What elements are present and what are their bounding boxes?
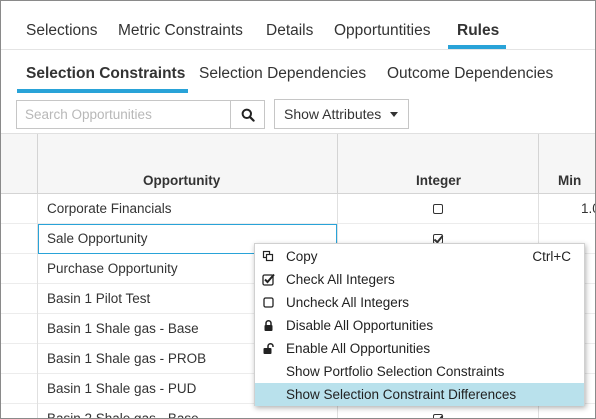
column-divider (37, 374, 38, 404)
integer-checkbox[interactable] (433, 204, 443, 214)
tab-opportunities[interactable]: Opportuntities (334, 22, 431, 40)
menu-item-enable-all-opportunities[interactable]: Enable All Opportunities (255, 337, 584, 360)
tab-details[interactable]: Details (266, 22, 313, 40)
column-divider (337, 194, 338, 224)
column-header-opportunity[interactable]: Opportunity (143, 173, 220, 188)
opportunity-name-cell[interactable]: Basin 1 Shale gas - PROB (47, 351, 206, 366)
sub-tab-bar: Selection Constraints Selection Dependen… (1, 51, 595, 93)
menu-item-show-portfolio-selection-constraints[interactable]: Show Portfolio Selection Constraints (255, 360, 584, 383)
checked-box-icon (262, 273, 275, 286)
column-divider (37, 344, 38, 374)
opportunity-name-cell[interactable]: Basin 1 Shale gas - Base (47, 321, 199, 336)
opportunity-name-cell[interactable]: Basin 1 Pilot Test (47, 291, 150, 306)
opportunity-name-cell[interactable]: Basin 2 Shale gas - Base (47, 411, 199, 418)
active-subtab-indicator (17, 89, 188, 93)
menu-item-show-selection-constraint-differences[interactable]: Show Selection Constraint Differences (255, 383, 584, 406)
column-header-min[interactable]: Min (558, 173, 581, 188)
opportunity-name-cell[interactable]: Purchase Opportunity (47, 261, 178, 276)
min-value-cell[interactable]: 1.0 (581, 201, 595, 216)
column-divider (538, 404, 539, 418)
tab-selection-dependencies[interactable]: Selection Dependencies (199, 65, 366, 83)
search-button[interactable] (230, 100, 265, 129)
tab-outcome-dependencies[interactable]: Outcome Dependencies (387, 65, 553, 83)
empty-box-icon (263, 297, 274, 308)
opportunity-name-cell[interactable]: Basin 1 Shale gas - PUD (47, 381, 196, 396)
context-menu: Copy Ctrl+C Check All Integers Uncheck A… (254, 243, 585, 406)
app-frame: Selections Metric Constraints Details Op… (0, 0, 596, 419)
active-tab-indicator (448, 45, 506, 49)
column-divider (37, 314, 38, 344)
search-input[interactable] (16, 100, 231, 129)
menu-item-label: Check All Integers (286, 272, 395, 287)
menu-item-shortcut: Ctrl+C (532, 249, 571, 264)
table-row[interactable]: Basin 2 Shale gas - Base (1, 404, 595, 418)
column-divider (337, 404, 338, 418)
menu-item-check-all-integers[interactable]: Check All Integers (255, 268, 584, 291)
menu-item-disable-all-opportunities[interactable]: Disable All Opportunities (255, 314, 584, 337)
menu-item-label: Disable All Opportunities (286, 318, 434, 333)
column-header-integer[interactable]: Integer (416, 173, 461, 188)
show-attributes-label: Show Attributes (284, 106, 382, 122)
column-divider (37, 194, 38, 224)
menu-item-uncheck-all-integers[interactable]: Uncheck All Integers (255, 291, 584, 314)
menu-item-label: Show Portfolio Selection Constraints (286, 364, 505, 379)
menu-item-label: Show Selection Constraint Differences (286, 387, 517, 402)
column-divider (37, 284, 38, 314)
column-divider (37, 404, 38, 418)
menu-item-label: Enable All Opportunities (286, 341, 431, 356)
column-divider (337, 134, 338, 195)
top-tab-bar: Selections Metric Constraints Details Op… (1, 1, 595, 50)
menu-item-label: Uncheck All Integers (286, 295, 410, 310)
menu-item-label: Copy (286, 249, 318, 264)
tab-selections[interactable]: Selections (26, 22, 98, 40)
opportunity-name-cell[interactable]: Corporate Financials (47, 201, 172, 216)
unlock-icon (263, 342, 274, 354)
grid-header: Opportunity Integer Min (1, 133, 595, 195)
search-icon (241, 108, 255, 122)
show-attributes-dropdown[interactable]: Show Attributes (274, 99, 409, 129)
opportunity-name-cell[interactable]: Sale Opportunity (47, 231, 148, 246)
menu-item-copy[interactable]: Copy Ctrl+C (255, 245, 584, 268)
column-divider (37, 134, 38, 195)
tab-selection-constraints[interactable]: Selection Constraints (26, 65, 185, 83)
copy-icon (262, 250, 274, 262)
tab-metric-constraints[interactable]: Metric Constraints (118, 22, 243, 40)
lock-icon (264, 319, 273, 331)
table-row[interactable]: Corporate Financials 1.0 (1, 194, 595, 224)
column-divider (538, 134, 539, 195)
caret-down-icon (390, 111, 399, 117)
tab-rules[interactable]: Rules (457, 22, 499, 40)
column-divider (37, 254, 38, 284)
column-divider (538, 194, 539, 224)
integer-checkbox-checked[interactable] (433, 414, 443, 418)
